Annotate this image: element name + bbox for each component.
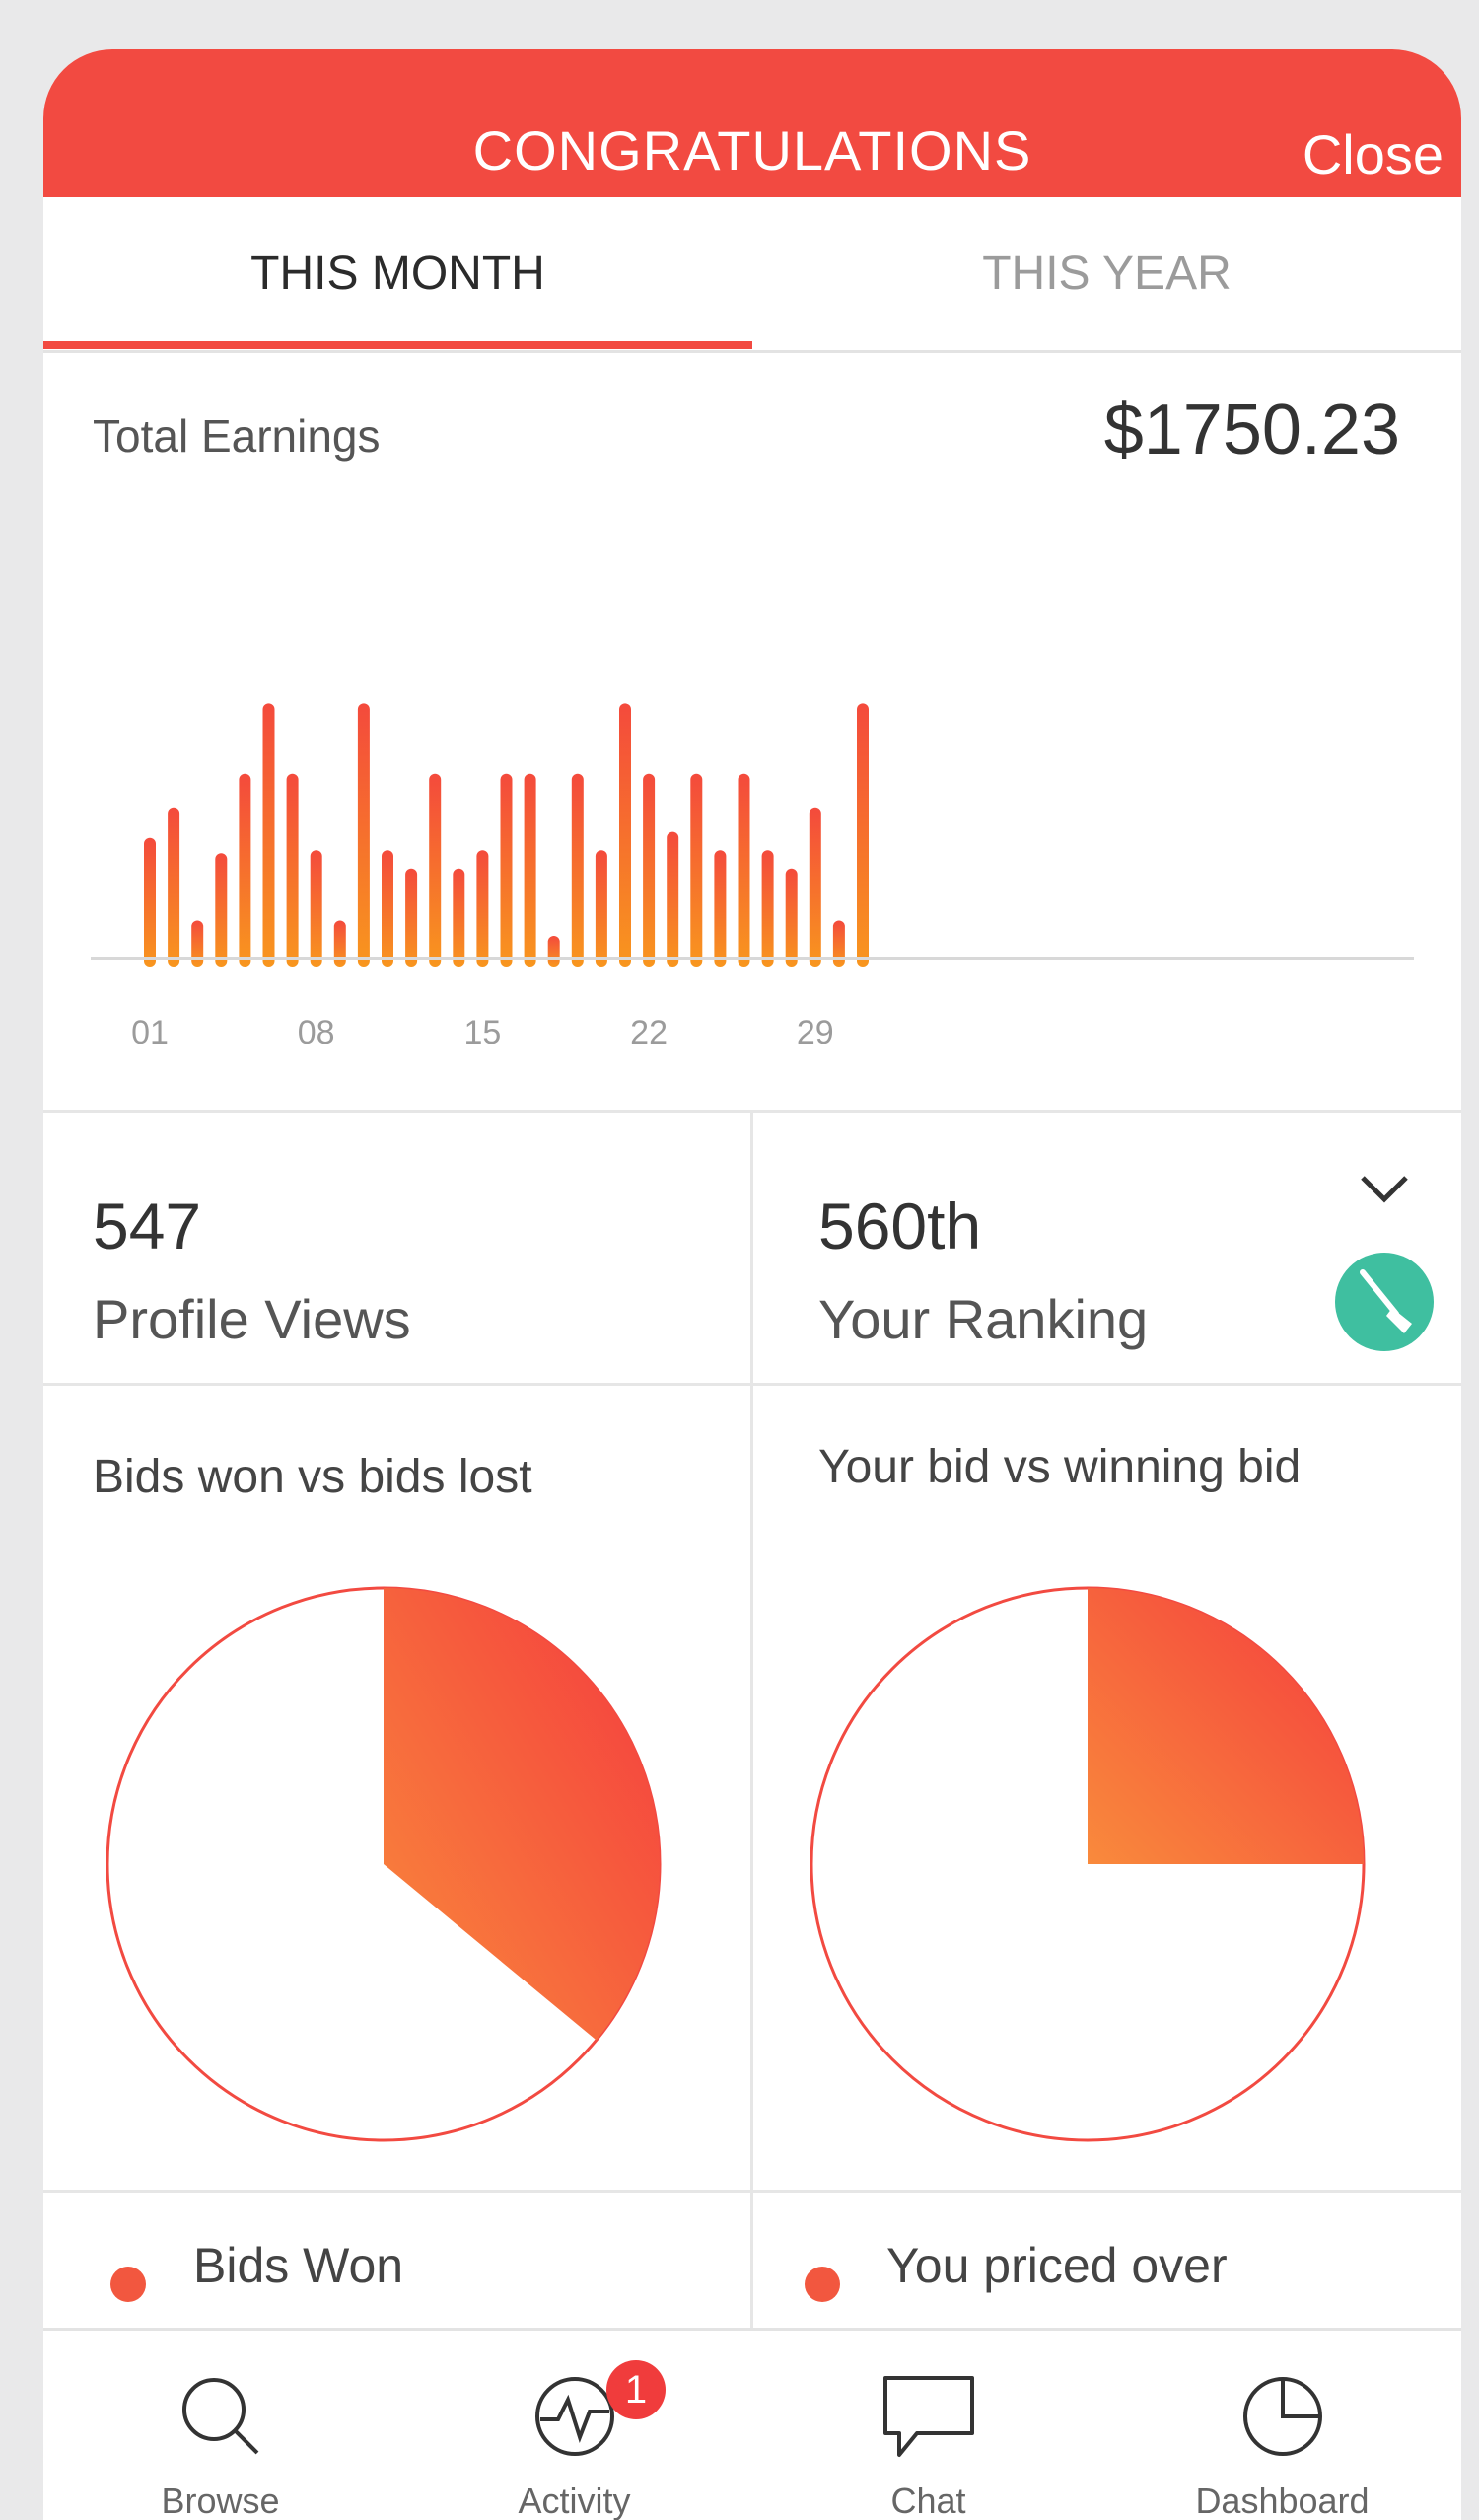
chart-bar — [857, 703, 869, 967]
legend-bids-won: Bids Won — [193, 2238, 404, 2293]
chart-bar — [809, 807, 821, 967]
chart-bar — [500, 773, 513, 967]
nav-activity-label: Activity — [518, 2481, 631, 2520]
total-earnings-value: $1750.23 — [1103, 391, 1400, 469]
period-tabs: THIS MONTH THIS YEAR — [43, 197, 1461, 353]
x-tick-label: 08 — [297, 1014, 335, 1051]
legend-dot-priced-over — [805, 2267, 840, 2302]
section-divider — [43, 2190, 1461, 2193]
nav-browse[interactable]: Browse — [43, 2331, 397, 2520]
broom-icon — [1335, 1253, 1434, 1351]
section-divider — [43, 1383, 1461, 1386]
chart-bar — [738, 773, 750, 967]
header-bar: CONGRATULATIONS Close — [43, 49, 1461, 197]
price-pie-chart — [810, 1586, 1366, 2142]
bids-pie-title: Bids won vs bids lost — [93, 1451, 532, 1503]
tab-this-month[interactable]: THIS MONTH — [43, 197, 752, 350]
ranking-value: 560th — [818, 1189, 982, 1262]
notification-badge: 1 — [606, 2360, 666, 2419]
chart-bar — [357, 703, 370, 967]
nav-dashboard[interactable]: Dashboard — [1105, 2331, 1459, 2520]
x-tick-label: 29 — [796, 1014, 834, 1051]
total-earnings-label: Total Earnings — [93, 410, 381, 462]
x-tick-label: 15 — [463, 1014, 502, 1051]
chevron-down-icon[interactable] — [1359, 1174, 1410, 1203]
x-tick-label: 22 — [630, 1014, 669, 1051]
bottom-navigation: Browse 1 Activity Chat Dashboard — [43, 2328, 1461, 2520]
chart-bar — [524, 773, 536, 967]
profile-views-count: 547 — [93, 1189, 202, 1262]
page-title: CONGRATULATIONS — [472, 119, 1032, 181]
app-screen: CONGRATULATIONS Close THIS MONTH THIS YE… — [43, 49, 1461, 2520]
tab-this-year[interactable]: THIS YEAR — [752, 197, 1461, 350]
chart-bar — [832, 920, 845, 967]
price-pie-title: Your bid vs winning bid — [818, 1441, 1302, 1493]
chart-bar — [168, 807, 180, 967]
nav-chat[interactable]: Chat — [751, 2331, 1105, 2520]
chart-bar — [761, 850, 774, 967]
chart-bar — [547, 936, 560, 967]
legend-priced-over: You priced over — [886, 2238, 1228, 2293]
bids-pie-chart — [106, 1586, 662, 2142]
nav-browse-label: Browse — [161, 2481, 280, 2520]
chat-icon — [882, 2376, 974, 2457]
nav-activity[interactable]: 1 Activity — [397, 2331, 751, 2520]
chart-bar — [262, 703, 275, 967]
search-icon — [181, 2378, 258, 2455]
chart-bar — [690, 773, 703, 967]
chart-bar — [571, 773, 584, 967]
chart-bar — [643, 773, 656, 967]
chart-bar — [453, 868, 465, 967]
legend-dot-bids-won — [110, 2267, 146, 2302]
chart-bar — [405, 868, 418, 967]
chart-bar — [215, 853, 228, 967]
close-button[interactable]: Close — [1303, 122, 1444, 186]
chart-bar — [714, 850, 727, 967]
nav-dashboard-label: Dashboard — [1195, 2481, 1370, 2520]
chart-bar — [191, 920, 204, 967]
chart-bar — [333, 920, 346, 967]
chart-bar — [667, 831, 679, 967]
active-tab-indicator — [43, 341, 752, 349]
priced-over-slice — [1088, 1588, 1364, 1864]
chart-bar — [239, 773, 251, 967]
chart-bar — [286, 773, 299, 967]
ranking-label: Your Ranking — [818, 1288, 1149, 1350]
x-tick-label: 01 — [131, 1014, 169, 1051]
pie-chart-icon — [1242, 2377, 1322, 2456]
chart-bar — [595, 850, 607, 967]
chart-bar — [476, 850, 489, 967]
chart-bar — [619, 703, 631, 967]
chart-bar — [310, 850, 322, 967]
profile-views-label: Profile Views — [93, 1288, 411, 1350]
chart-bar — [382, 850, 393, 967]
chart-bar — [429, 773, 442, 967]
nav-chat-label: Chat — [890, 2481, 966, 2520]
chart-x-axis — [91, 957, 1414, 960]
chart-bar — [785, 868, 798, 967]
activity-icon — [534, 2377, 614, 2456]
earnings-bar-chart — [144, 703, 869, 967]
chart-bar — [144, 837, 156, 967]
